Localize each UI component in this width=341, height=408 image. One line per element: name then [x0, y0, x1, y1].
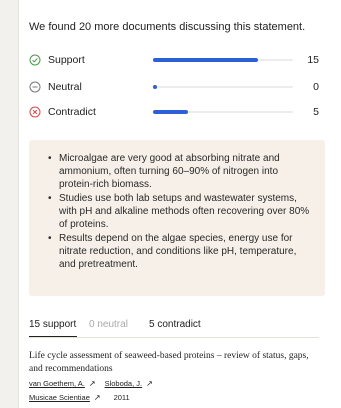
tab-contradict[interactable]: 5 contradict — [149, 319, 201, 330]
summary-point: Microalgae are very good at absorbing ni… — [48, 152, 311, 191]
results-lead: We found 20 more documents discussing th… — [29, 21, 306, 33]
x-circle-icon — [29, 106, 41, 118]
author-link[interactable]: van Goethem, A. — [29, 379, 85, 388]
stance-bar-fill — [153, 58, 258, 62]
stance-row-support: Support 15 — [29, 54, 319, 68]
document-authors: van Goethem, A. ↗ Sloboda, J. ↗ — [29, 379, 162, 388]
check-circle-icon — [29, 54, 41, 66]
author-link[interactable]: Sloboda, J. — [105, 379, 143, 388]
tab-support[interactable]: 15 support — [29, 319, 76, 330]
summary-point: Results depend on the algae species, ene… — [48, 232, 311, 271]
external-link-icon[interactable]: ↗ — [89, 379, 96, 388]
stance-count: 5 — [313, 106, 319, 118]
journal-link[interactable]: Musicae Scientiae — [29, 393, 90, 402]
document-title[interactable]: Life cycle assessment of seaweed-based p… — [29, 350, 319, 376]
external-link-icon[interactable]: ↗ — [94, 393, 101, 402]
publication-year: 2011 — [113, 393, 130, 402]
summary-point: Studies use both lab setups and wastewat… — [48, 192, 311, 231]
document-source: Musicae Scientiae ↗ 2011 — [29, 393, 130, 402]
stance-count: 15 — [307, 54, 319, 66]
stance-row-neutral: Neutral 0 — [29, 81, 319, 95]
stance-tabs: 15 support 0 neutral 5 contradict — [29, 319, 319, 339]
stance-label: Support — [48, 54, 85, 66]
stance-bar-track — [153, 58, 293, 62]
tabs-divider — [29, 337, 319, 338]
minus-circle-icon — [29, 81, 41, 93]
stance-bar-dot — [153, 85, 157, 89]
stance-bar-fill — [153, 110, 188, 114]
tab-neutral[interactable]: 0 neutral — [89, 319, 128, 330]
stance-bar-track — [153, 85, 293, 89]
stance-label: Contradict — [48, 106, 96, 118]
stance-count: 0 — [313, 81, 319, 93]
evidence-summary: Microalgae are very good at absorbing ni… — [29, 140, 325, 296]
external-link-icon[interactable]: ↗ — [146, 379, 153, 388]
stance-bar-track — [153, 110, 293, 114]
stance-label: Neutral — [48, 81, 82, 93]
stance-row-contradict: Contradict 5 — [29, 106, 319, 120]
